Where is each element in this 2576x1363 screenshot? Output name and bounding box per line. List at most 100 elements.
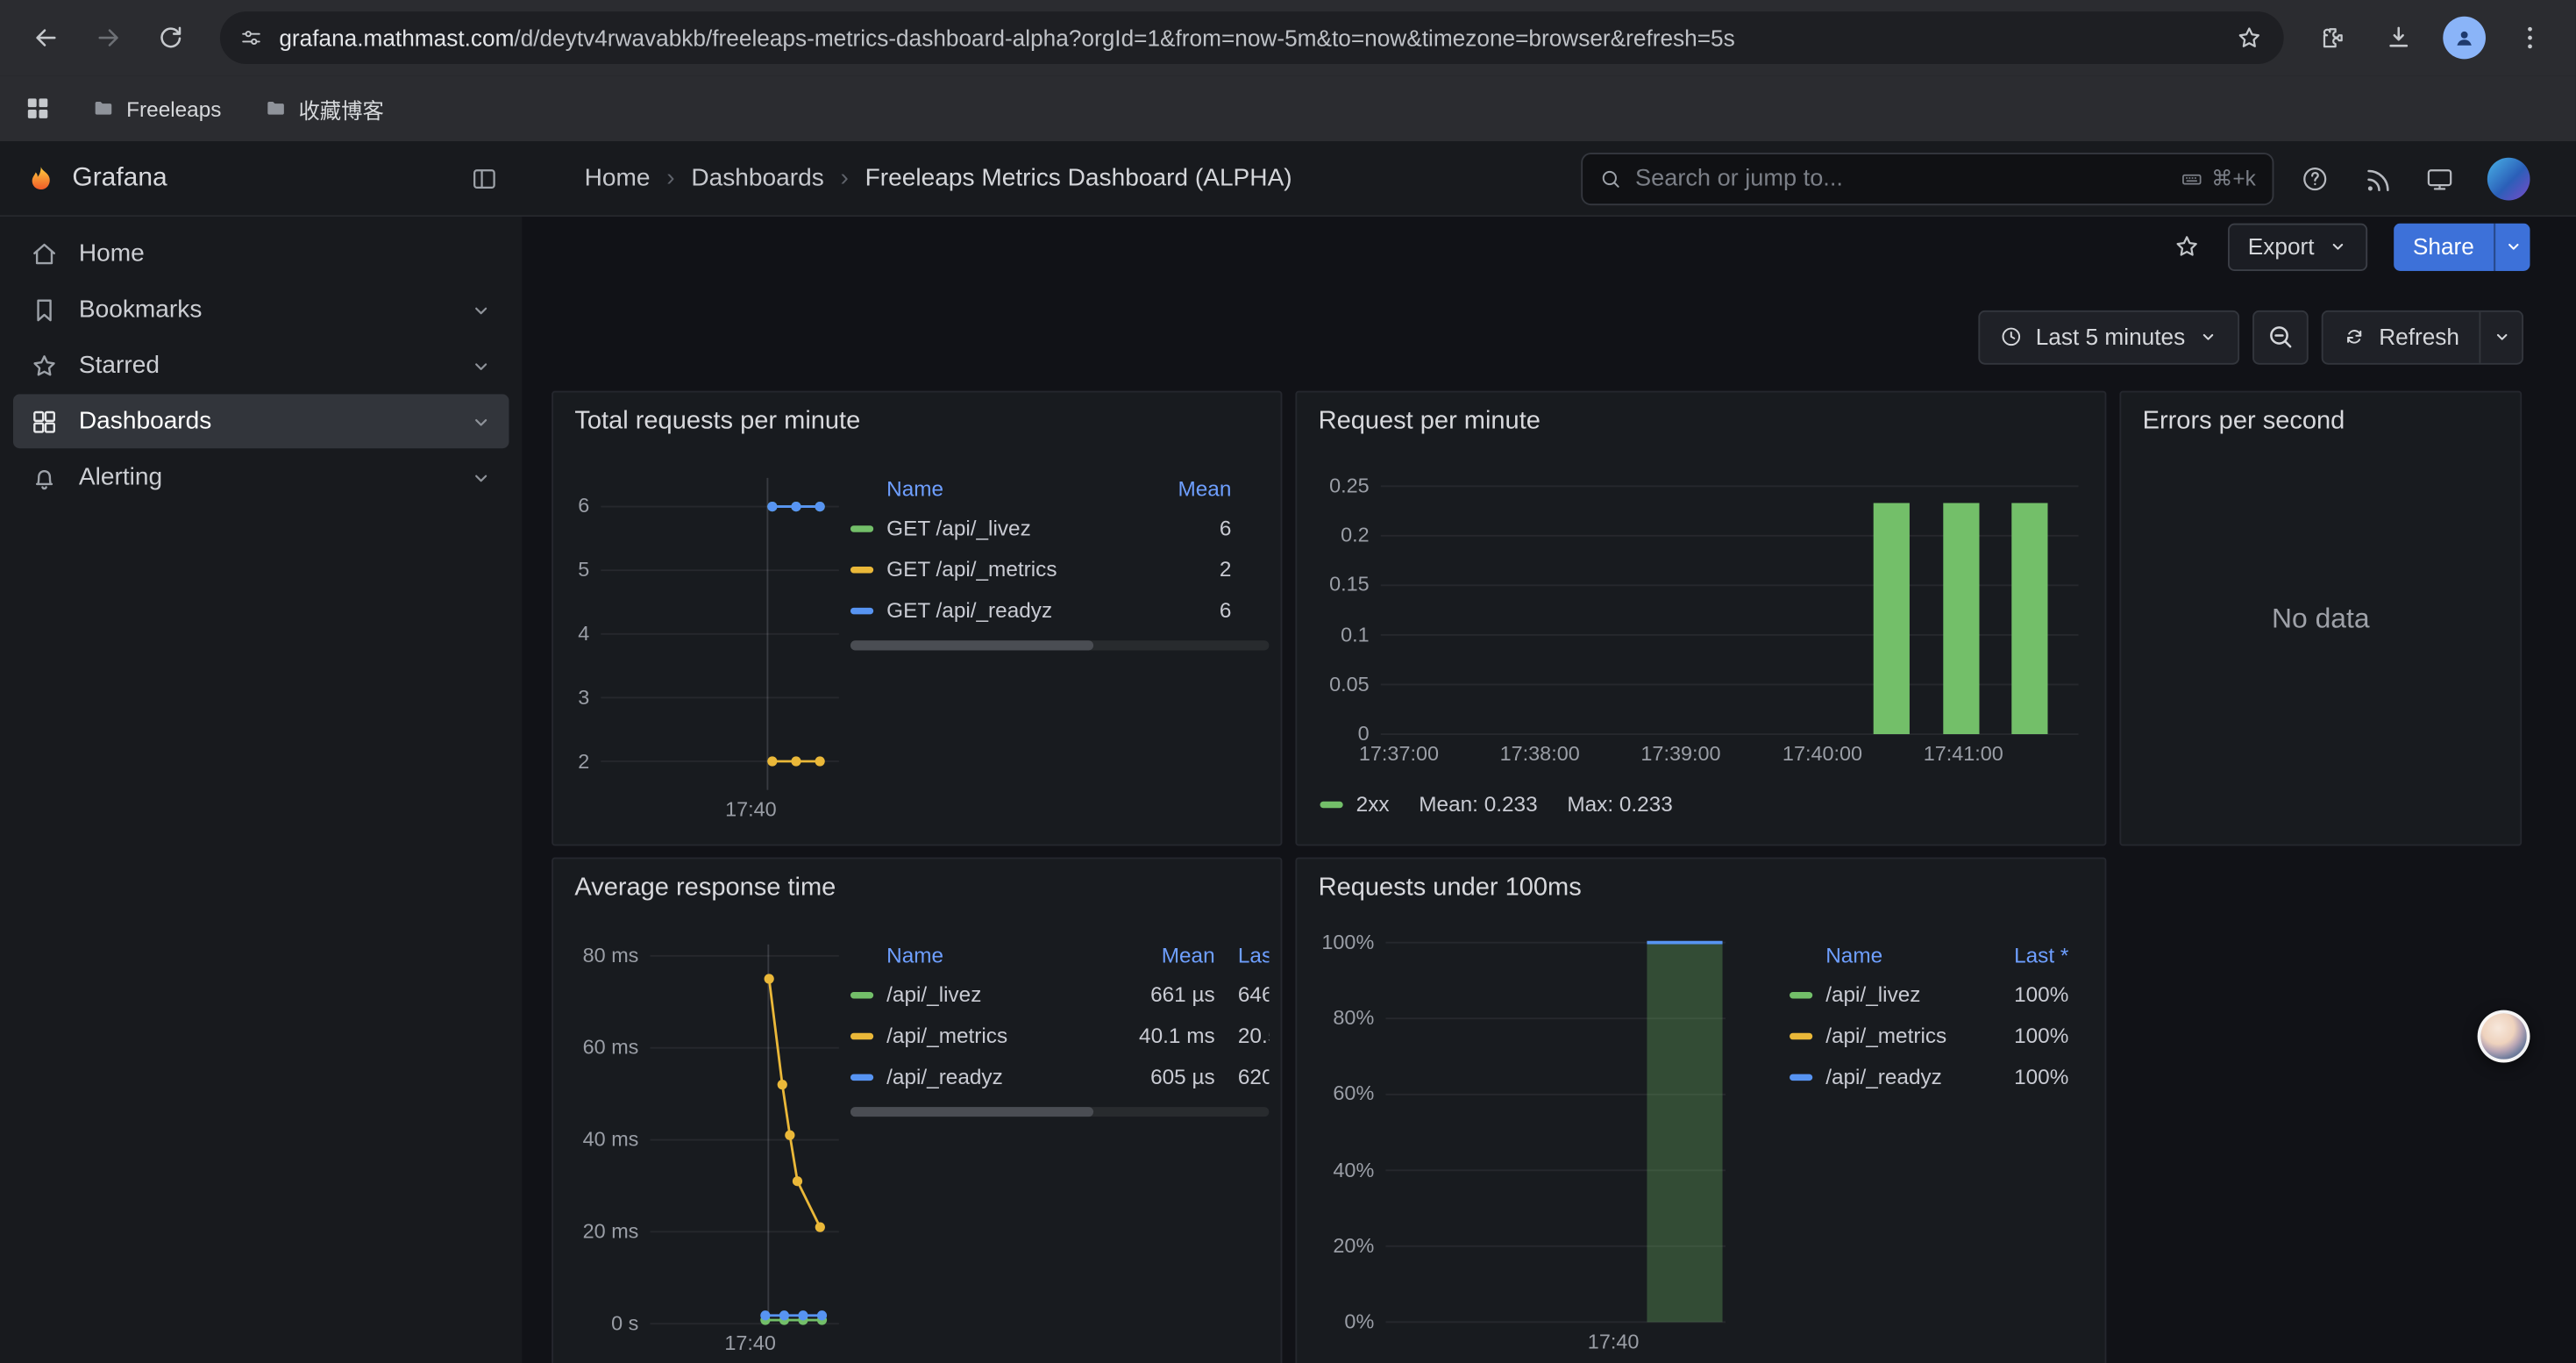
breadcrumb-current: Freeleaps Metrics Dashboard (ALPHA) xyxy=(865,164,1292,192)
assistant-avatar[interactable] xyxy=(2478,1010,2530,1063)
apps-grid-icon[interactable] xyxy=(23,94,53,124)
legend-table: Name Last * /api/_livez 100% /api/_metri… xyxy=(1790,934,2068,1096)
y-axis-label: 80 ms xyxy=(583,946,639,966)
legend-row[interactable]: /api/_readyz 605 µs 620 µs xyxy=(850,1056,1269,1097)
breadcrumb-home[interactable]: Home xyxy=(585,164,651,192)
legend-col-mean[interactable]: Mean xyxy=(1125,475,1232,500)
downloads-icon[interactable] xyxy=(2369,8,2428,67)
search-box[interactable]: ⌘+k xyxy=(1581,152,2274,204)
legend-scrollbar[interactable] xyxy=(850,1107,1269,1117)
chevron-down-icon[interactable] xyxy=(470,466,493,489)
bookmark-folder-blogs[interactable]: 收藏博客 xyxy=(251,86,397,131)
back-icon[interactable] xyxy=(17,8,75,67)
favorite-star-icon[interactable] xyxy=(2173,232,2202,261)
grafana-brand: Grafana xyxy=(72,163,452,193)
dashboard-toolbar: Export Share xyxy=(522,217,2575,275)
refresh-button[interactable]: Refresh xyxy=(2323,311,2480,362)
sidebar-item-home[interactable]: Home xyxy=(13,226,509,281)
dock-sidebar-icon[interactable] xyxy=(470,163,500,193)
panel-title[interactable]: Request per minute xyxy=(1319,407,1541,437)
news-rss-icon[interactable] xyxy=(2363,163,2393,193)
chevron-down-icon[interactable] xyxy=(470,410,493,432)
legend-item[interactable]: 2xx xyxy=(1320,792,1389,817)
panel-errors-per-second: Errors per second No data xyxy=(2119,391,2522,846)
star-icon xyxy=(30,351,60,381)
legend-row[interactable]: /api/_livez 661 µs 646 µs xyxy=(850,974,1269,1015)
legend-col-last[interactable]: Last * xyxy=(1215,942,1270,967)
x-axis-label: 17:38:00 xyxy=(1500,744,1580,764)
legend: 2xx Mean: 0.233 Max: 0.233 xyxy=(1320,792,1672,817)
series-swatch xyxy=(1790,1032,1812,1038)
url-bar[interactable]: grafana.mathmast.com/d/deytv4rwavabkb/fr… xyxy=(220,11,2284,64)
legend-scrollbar[interactable] xyxy=(850,640,1269,650)
series-swatch xyxy=(1790,991,1812,997)
panel-title[interactable]: Total requests per minute xyxy=(574,407,860,437)
panel-requests-under-100ms: Requests under 100ms Name Last * /api/_l… xyxy=(1295,857,2106,1363)
sidebar-item-dashboards[interactable]: Dashboards xyxy=(13,394,509,448)
y-axis-label: 60 ms xyxy=(583,1038,639,1058)
help-icon[interactable] xyxy=(2300,163,2330,193)
y-axis-label: 0.25 xyxy=(1329,476,1370,496)
legend-col-name[interactable]: Name xyxy=(1790,942,1974,967)
forward-icon[interactable] xyxy=(79,8,138,67)
bookmark-label: Freeleaps xyxy=(126,96,221,121)
legend-stat-max: Max: 0.233 xyxy=(1567,792,1672,817)
time-range-picker[interactable]: Last 5 minutes xyxy=(1978,310,2239,364)
legend-col-last[interactable]: Last * xyxy=(1974,942,2069,967)
zoom-out-button[interactable] xyxy=(2252,310,2309,364)
y-axis-label: 0.2 xyxy=(1341,525,1370,546)
legend-row[interactable]: /api/_metrics 40.1 ms 20.5 ms xyxy=(850,1015,1269,1056)
legend-col-mean[interactable]: Mean xyxy=(1097,942,1215,967)
breadcrumb: Home › Dashboards › Freeleaps Metrics Da… xyxy=(522,164,1581,192)
chart-canvas xyxy=(651,945,839,1324)
series-swatch xyxy=(1790,1074,1812,1080)
sidebar-item-bookmarks[interactable]: Bookmarks xyxy=(13,282,509,337)
legend-row[interactable]: GET /api/_livez 6 xyxy=(850,508,1269,549)
time-controls: Last 5 minutes Refresh xyxy=(522,309,2575,365)
chevron-down-icon[interactable] xyxy=(470,354,493,377)
breadcrumb-dashboards[interactable]: Dashboards xyxy=(691,164,823,192)
extensions-icon[interactable] xyxy=(2303,8,2362,67)
y-axis-label: 40% xyxy=(1333,1160,1374,1181)
user-avatar[interactable] xyxy=(2487,157,2530,200)
share-menu-button[interactable] xyxy=(2494,223,2530,270)
reload-icon[interactable] xyxy=(141,8,200,67)
series-name: 2xx xyxy=(1356,792,1390,817)
legend-row[interactable]: /api/_readyz 100% xyxy=(1790,1056,2068,1097)
refresh-interval-button[interactable] xyxy=(2479,311,2522,362)
chevron-down-icon xyxy=(2328,237,2347,256)
legend-row[interactable]: GET /api/_readyz 6 xyxy=(850,589,1269,631)
y-axis-label: 6 xyxy=(578,496,589,517)
profile-avatar[interactable] xyxy=(2435,8,2494,67)
sidebar-item-label: Bookmarks xyxy=(79,296,450,324)
search-input[interactable] xyxy=(1635,165,2167,191)
export-button[interactable]: Export xyxy=(2228,223,2366,270)
dashboard-content: Export Share Last 5 minutes xyxy=(522,217,2575,1363)
panel-title[interactable]: Average response time xyxy=(574,874,836,903)
y-axis-label: 0.15 xyxy=(1329,575,1370,596)
display-kiosk-icon[interactable] xyxy=(2425,163,2455,193)
sidebar-item-starred[interactable]: Starred xyxy=(13,339,509,393)
site-info-icon[interactable] xyxy=(239,26,262,49)
series-swatch xyxy=(850,607,873,613)
panel-grid: Total requests per minute Name Mean GET … xyxy=(551,391,2522,1363)
chevron-down-icon[interactable] xyxy=(470,298,493,321)
sidebar-item-alerting[interactable]: Alerting xyxy=(13,450,509,504)
url-text: grafana.mathmast.com/d/deytv4rwavabkb/fr… xyxy=(279,25,2234,51)
refresh-icon xyxy=(2343,325,2366,348)
panel-title[interactable]: Requests under 100ms xyxy=(1319,874,1582,903)
bookmark-page-star-icon[interactable] xyxy=(2234,23,2264,53)
legend-row[interactable]: GET /api/_metrics 2 xyxy=(850,548,1269,589)
x-axis-label: 17:41:00 xyxy=(1924,744,2003,764)
grafana-logo[interactable] xyxy=(26,163,56,193)
browser-menu-icon[interactable] xyxy=(2501,8,2559,67)
legend-col-name[interactable]: Name xyxy=(850,475,1125,500)
panel-title[interactable]: Errors per second xyxy=(2143,407,2345,437)
y-axis-label: 4 xyxy=(578,624,589,644)
share-button[interactable]: Share xyxy=(2393,223,2494,270)
legend-col-name[interactable]: Name xyxy=(850,942,1097,967)
legend-row[interactable]: /api/_livez 100% xyxy=(1790,974,2068,1015)
bookmark-folder-freeleaps[interactable]: Freeleaps xyxy=(79,89,235,127)
legend-row[interactable]: /api/_metrics 100% xyxy=(1790,1015,2068,1056)
sidebar-item-label: Alerting xyxy=(79,463,450,491)
